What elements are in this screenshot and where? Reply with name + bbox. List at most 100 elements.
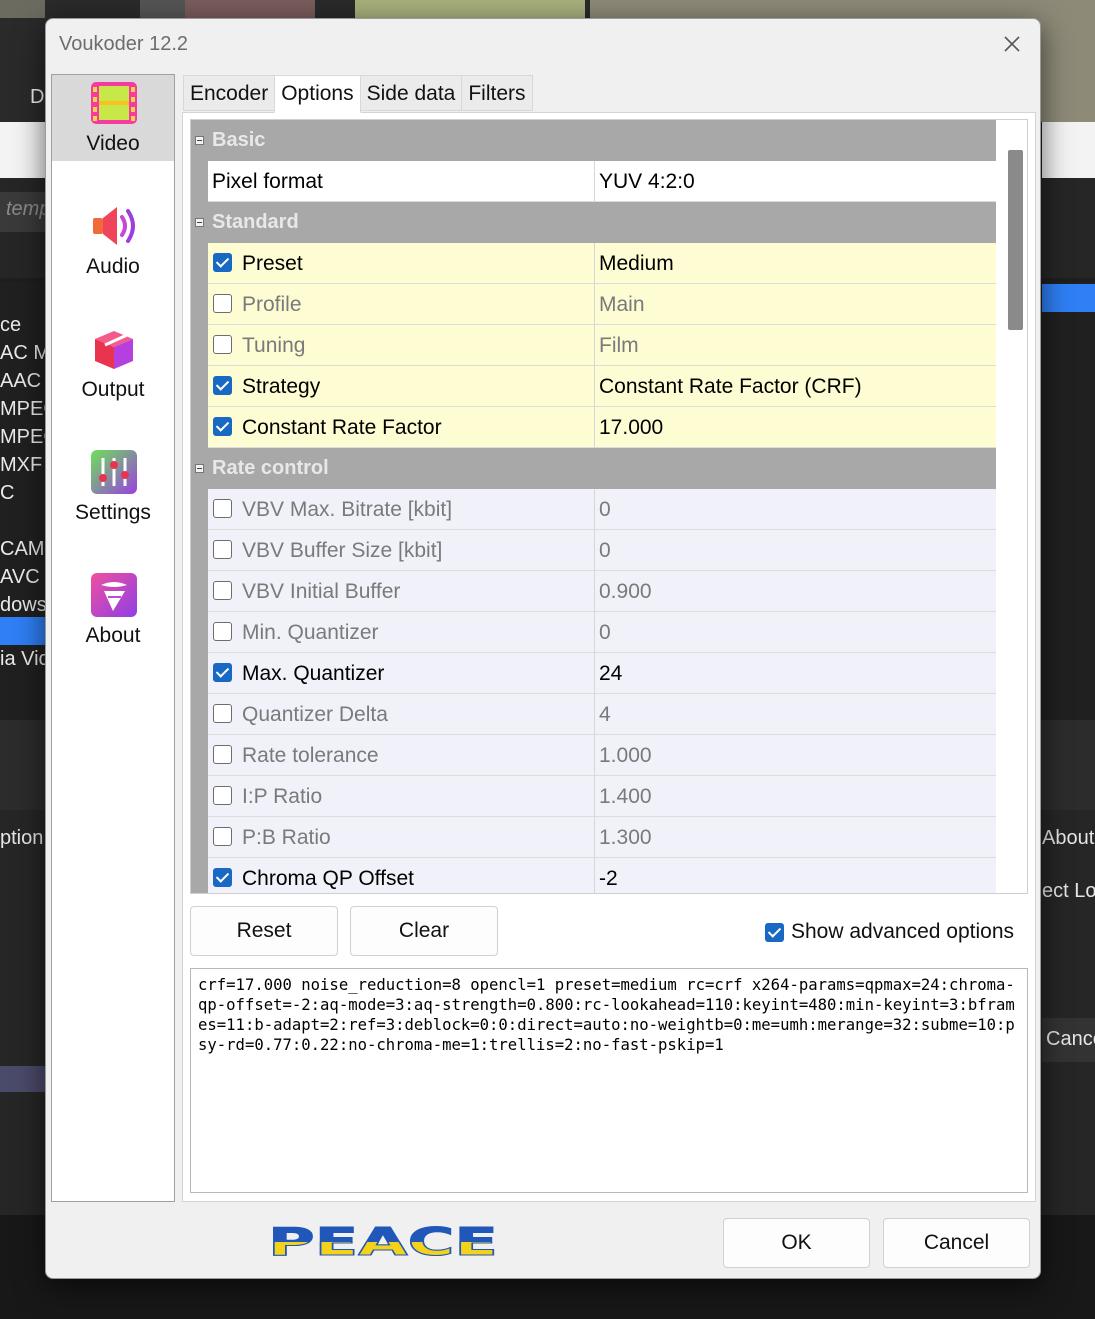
tab-encoder[interactable]: Encoder (183, 75, 276, 111)
background-select-button[interactable]: ect Lo (1042, 880, 1095, 903)
property-value[interactable]: Film (599, 334, 639, 358)
vbv-max-bitrate-checkbox[interactable] (213, 499, 232, 518)
property-row-profile[interactable]: Profile Main (191, 284, 997, 325)
pb-ratio-checkbox[interactable] (213, 827, 232, 846)
property-value[interactable]: 1.000 (599, 744, 652, 768)
property-value[interactable]: 17.000 (599, 416, 663, 440)
rate-tolerance-checkbox[interactable] (213, 745, 232, 764)
category-row-basic[interactable]: Basic (191, 120, 997, 161)
category-row-rate-control[interactable]: Rate control (191, 448, 997, 489)
background-list-item[interactable]: CAM (0, 538, 44, 561)
grid-scrollbar[interactable] (996, 120, 1027, 893)
property-row-vbv-buffer-size[interactable]: VBV Buffer Size [kbit] 0 (191, 530, 997, 571)
property-row-vbv-initial-buffer[interactable]: VBV Initial Buffer 0.900 (191, 571, 997, 612)
background-list-item[interactable]: AVC (0, 566, 40, 589)
category-label: Rate control (212, 457, 329, 479)
cancel-button[interactable]: Cancel (883, 1218, 1030, 1268)
property-name: Min. Quantizer (242, 621, 379, 644)
property-row-max-quantizer[interactable]: Max. Quantizer 24 (191, 653, 997, 694)
sidebar-item-label: About (85, 624, 141, 647)
property-row-pixel-format[interactable]: Pixel format YUV 4:2:0 (191, 161, 997, 202)
property-value[interactable]: 0 (599, 539, 611, 563)
property-row-rate-tolerance[interactable]: Rate tolerance 1.000 (191, 735, 997, 776)
close-button[interactable] (992, 27, 1032, 61)
property-value[interactable]: YUV 4:2:0 (599, 170, 695, 194)
background-cancel-button[interactable]: Cance (1046, 1028, 1095, 1051)
command-line-output[interactable]: crf=17.000 noise_reduction=8 opencl=1 pr… (190, 968, 1028, 1193)
film-icon (91, 82, 137, 124)
grid-margin (191, 776, 208, 817)
max-quantizer-checkbox[interactable] (213, 663, 232, 682)
preset-checkbox[interactable] (213, 253, 232, 272)
property-row-quantizer-delta[interactable]: Quantizer Delta 4 (191, 694, 997, 735)
show-advanced-checkbox[interactable] (765, 922, 784, 942)
show-advanced-toggle[interactable]: Show advanced options (765, 917, 1014, 947)
ip-ratio-checkbox[interactable] (213, 786, 232, 805)
sidebar-item-audio[interactable]: Audio (52, 198, 174, 284)
clear-button[interactable]: Clear (350, 906, 498, 956)
property-value[interactable]: Medium (599, 252, 674, 276)
background-list-item[interactable]: MXF (0, 454, 42, 477)
sidebar-item-label: Settings (75, 501, 151, 524)
property-row-tuning[interactable]: Tuning Film (191, 325, 997, 366)
property-value[interactable]: 0.900 (599, 580, 652, 604)
ok-button[interactable]: OK (723, 1218, 870, 1268)
tab-filters[interactable]: Filters (461, 75, 533, 111)
property-row-chroma-qp-offset[interactable]: Chroma QP Offset -2 (191, 858, 997, 893)
sidebar-item-about[interactable]: About (52, 567, 174, 653)
background-options-button[interactable]: ption (0, 827, 43, 850)
collapse-icon[interactable] (195, 218, 204, 227)
property-value[interactable]: Constant Rate Factor (CRF) (599, 375, 862, 399)
property-value[interactable]: 24 (599, 662, 622, 686)
sidebar-item-output[interactable]: Output (52, 321, 174, 407)
property-row-preset[interactable]: Preset Medium (191, 243, 997, 284)
background-list-item[interactable]: C (0, 482, 14, 505)
strategy-checkbox[interactable] (213, 376, 232, 395)
property-value[interactable]: 1.400 (599, 785, 652, 809)
grid-margin (191, 858, 208, 893)
property-row-ip-ratio[interactable]: I:P Ratio 1.400 (191, 776, 997, 817)
chroma-qp-offset-checkbox[interactable] (213, 868, 232, 887)
background-list-item[interactable]: AC M (0, 342, 46, 365)
property-value[interactable]: 4 (599, 703, 611, 727)
background-list-item[interactable]: dows (0, 594, 46, 617)
background-right-selection[interactable] (1042, 284, 1095, 312)
background-list-item[interactable]: ia Vic (0, 648, 49, 671)
category-sidebar: Video Audio Output Settings About (51, 74, 175, 1202)
background-list-item[interactable]: MPEG (0, 398, 46, 421)
property-value[interactable]: 1.300 (599, 826, 652, 850)
background-list-item[interactable]: AAC (0, 370, 41, 393)
tab-side-data[interactable]: Side data (359, 75, 463, 111)
background-search-input[interactable]: temp (0, 192, 46, 232)
background-selected-item[interactable] (0, 617, 46, 645)
property-row-crf[interactable]: Constant Rate Factor 17.000 (191, 407, 997, 448)
profile-checkbox[interactable] (213, 294, 232, 313)
property-row-min-quantizer[interactable]: Min. Quantizer 0 (191, 612, 997, 653)
quantizer-delta-checkbox[interactable] (213, 704, 232, 723)
tab-options[interactable]: Options (274, 75, 361, 113)
tuning-checkbox[interactable] (213, 335, 232, 354)
property-row-strategy[interactable]: Strategy Constant Rate Factor (CRF) (191, 366, 997, 407)
vbv-initial-buffer-checkbox[interactable] (213, 581, 232, 600)
property-value[interactable]: Main (599, 293, 645, 317)
background-about-button[interactable]: About (1042, 827, 1094, 850)
category-row-standard[interactable]: Standard (191, 202, 997, 243)
collapse-icon[interactable] (195, 136, 204, 145)
property-row-pb-ratio[interactable]: P:B Ratio 1.300 (191, 817, 997, 858)
property-value[interactable]: -2 (599, 867, 618, 891)
reset-button[interactable]: Reset (190, 906, 338, 956)
property-name: P:B Ratio (242, 826, 331, 849)
crf-checkbox[interactable] (213, 417, 232, 436)
property-row-vbv-max-bitrate[interactable]: VBV Max. Bitrate [kbit] 0 (191, 489, 997, 530)
sidebar-item-video[interactable]: Video (52, 75, 174, 161)
min-quantizer-checkbox[interactable] (213, 622, 232, 641)
property-value[interactable]: 0 (599, 621, 611, 645)
sidebar-item-settings[interactable]: Settings (52, 444, 174, 530)
vbv-buffer-size-checkbox[interactable] (213, 540, 232, 559)
background-list-item[interactable]: ce (0, 314, 21, 337)
scrollbar-thumb[interactable] (1008, 150, 1023, 330)
property-value[interactable]: 0 (599, 498, 611, 522)
background-list-item[interactable]: MPEG (0, 426, 46, 449)
collapse-icon[interactable] (195, 464, 204, 473)
grid-margin (191, 612, 208, 653)
